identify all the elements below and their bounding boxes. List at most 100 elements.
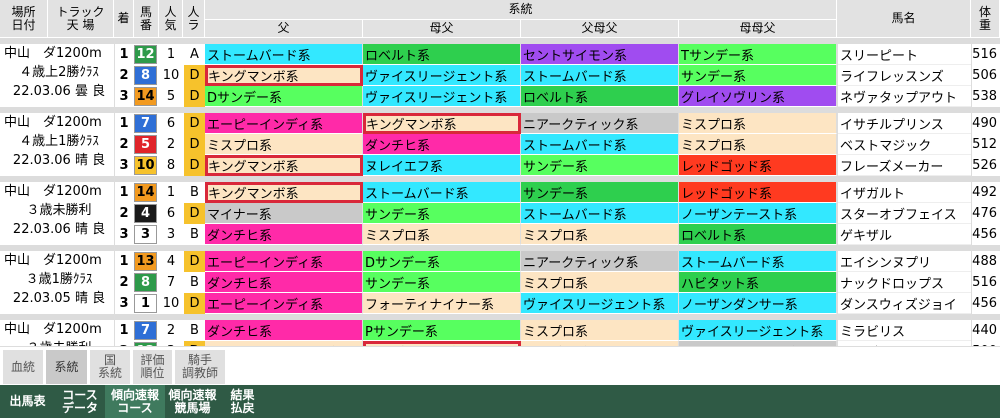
lineage-cell-mm: サンデー系 <box>679 65 837 86</box>
lineage-cell-ss: ストームバード系 <box>521 134 679 155</box>
lineage-cell-bms: サンデー系 <box>363 203 521 224</box>
finish-position: 3 <box>114 293 134 314</box>
horse-weight: 526 <box>971 155 1000 176</box>
header-horse-name: 馬名 <box>837 0 971 38</box>
header-sire-damsire: 父母父 <box>521 20 679 38</box>
running-style: D <box>183 86 205 107</box>
lineage-cell-sire: ミスプロ系 <box>205 134 363 155</box>
finish-position: 1 <box>114 320 134 341</box>
lineage-cell-ss: ロベルト系 <box>521 86 679 107</box>
running-style: A <box>183 44 205 65</box>
lineage-cell-sire: キングマンボ系 <box>205 182 363 203</box>
view-tab[interactable]: 血統 <box>3 350 43 384</box>
running-style: D <box>183 293 205 314</box>
lineage-cell-sire: エーピーインディ系 <box>205 251 363 272</box>
horse-weight: 490 <box>971 113 1000 134</box>
lineage-cell-sire: Dサンデー系 <box>205 86 363 107</box>
race-date-condition: 22.03.06 曇 良 <box>12 84 106 99</box>
lineage-cell-ss: ストームバード系 <box>521 203 679 224</box>
lineage-cell-sire: ダンチヒ系 <box>205 320 363 341</box>
lineage-cell-sire: エーピーインディ系 <box>205 293 363 314</box>
running-style: D <box>183 155 205 176</box>
lineage-cell-mm: Tサンデー系 <box>679 44 837 65</box>
horse-name-link[interactable]: ライフレッスンズ <box>837 65 971 86</box>
lineage-cell-mm: ノーザンテースト系 <box>679 203 837 224</box>
horse-name-link[interactable]: イサチルプリンス <box>837 113 971 134</box>
header-horse-number: 馬 番 <box>134 0 159 38</box>
lineage-cell-sire: マイナー系 <box>205 203 363 224</box>
horse-name-link[interactable]: ベストマジック <box>837 134 971 155</box>
finish-position: 1 <box>114 44 134 65</box>
lineage-cell-bms: ヴァイスリージェント系 <box>363 86 521 107</box>
race-course: 中山 ダ1200m <box>4 253 102 268</box>
horse-name-link[interactable]: ナックドロップス <box>837 272 971 293</box>
horse-number-badge: 10 <box>134 156 157 175</box>
race-class: ４歳上1勝ｸﾗｽ <box>19 134 99 149</box>
view-tab[interactable]: 騎手 調教師 <box>175 350 225 384</box>
popularity: 6 <box>159 203 183 224</box>
column-divider <box>114 38 115 383</box>
finish-position: 1 <box>114 182 134 203</box>
lineage-cell-bms: Pサンデー系 <box>363 320 521 341</box>
running-style: D <box>183 134 205 155</box>
horse-name-link[interactable]: ネヴァタップアウト <box>837 86 971 107</box>
running-style: B <box>183 320 205 341</box>
lineage-cell-mm: ストームバード系 <box>679 251 837 272</box>
lineage-cell-ss: ミスプロ系 <box>521 320 679 341</box>
header-finish: 着 <box>114 0 134 38</box>
header-popularity: 人 気 <box>159 0 183 38</box>
horse-name-link[interactable]: スターオブフェイス <box>837 203 971 224</box>
horse-weight: 456 <box>971 293 1000 314</box>
header-venue-date: 場所 日付 <box>0 0 48 38</box>
horse-weight: 512 <box>971 134 1000 155</box>
horse-number-badge: 13 <box>134 252 157 271</box>
finish-position: 3 <box>114 224 134 245</box>
page-tab[interactable]: コース データ <box>55 385 105 418</box>
header-lineage: 系統 <box>205 0 837 20</box>
finish-position: 1 <box>114 251 134 272</box>
horse-name-link[interactable]: フレーズメーカー <box>837 155 971 176</box>
lineage-cell-bms: フォーティナイナー系 <box>363 293 521 314</box>
popularity: 2 <box>159 320 183 341</box>
horse-name-link[interactable]: スリーピート <box>837 44 971 65</box>
lineage-cell-mm: ノーザンダンサー系 <box>679 293 837 314</box>
race-date-condition: 22.03.06 晴 良 <box>12 153 106 168</box>
lineage-cell-mm: ミスプロ系 <box>679 134 837 155</box>
finish-position: 3 <box>114 86 134 107</box>
horse-number-badge: 8 <box>134 66 157 85</box>
view-tab[interactable]: 評価 順位 <box>133 350 172 384</box>
horse-name-link[interactable]: ミラビリス <box>837 320 971 341</box>
page-tab[interactable]: 結果 払戻 <box>220 385 265 418</box>
column-divider <box>971 38 972 383</box>
running-style: D <box>183 203 205 224</box>
horse-weight: 456 <box>971 224 1000 245</box>
view-tab[interactable]: 系統 <box>46 350 87 384</box>
race-info: 中山 ダ1200m ３歳1勝ｸﾗｽ 22.03.05 晴 良 <box>0 251 114 314</box>
lineage-cell-sire: キングマンボ系 <box>205 65 363 86</box>
lineage-cell-sire: キングマンボ系 <box>205 155 363 176</box>
lineage-table: 場所 日付 トラック 天 場 着 馬 番 人 気 人 ラ 系統 父 母父 父母父… <box>0 0 1000 383</box>
lineage-cell-mm: ミスプロ系 <box>679 113 837 134</box>
horse-weight: 538 <box>971 86 1000 107</box>
lineage-cell-ss: ニアークティック系 <box>521 113 679 134</box>
finish-position: 2 <box>114 65 134 86</box>
horse-weight: 488 <box>971 251 1000 272</box>
lineage-cell-bms: キングマンボ系 <box>363 113 521 134</box>
horse-name-link[interactable]: イザガルト <box>837 182 971 203</box>
header-position: 人 ラ <box>183 0 205 38</box>
lineage-cell-sire: ダンチヒ系 <box>205 224 363 245</box>
page-tab[interactable]: 傾向速報 コース <box>105 385 165 418</box>
popularity: 10 <box>159 293 183 314</box>
page-tab[interactable]: 出馬表 <box>0 385 55 418</box>
view-tab[interactable]: 国 系統 <box>90 350 130 384</box>
horse-number-badge: 7 <box>134 321 157 340</box>
horse-weight: 492 <box>971 182 1000 203</box>
header-damsire: 母父 <box>363 20 521 38</box>
lineage-cell-bms: ミスプロ系 <box>363 224 521 245</box>
page-tab[interactable]: 傾向速報 競馬場 <box>165 385 220 418</box>
horse-name-link[interactable]: ゲキザル <box>837 224 971 245</box>
race-date-condition: 22.03.05 晴 良 <box>12 291 106 306</box>
horse-name-link[interactable]: エイシンヌプリ <box>837 251 971 272</box>
horse-number-badge: 7 <box>134 114 157 133</box>
horse-name-link[interactable]: ダンスウィズジョイ <box>837 293 971 314</box>
